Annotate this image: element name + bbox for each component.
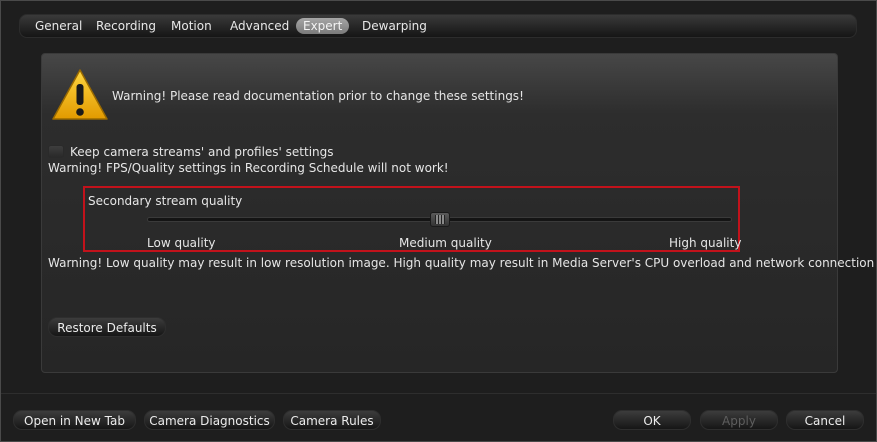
fps-quality-warning: Warning! FPS/Quality settings in Recordi… [48, 161, 449, 175]
tab-recording[interactable]: Recording [89, 18, 163, 34]
medium-quality-label: Medium quality [399, 236, 492, 250]
header-warning-text: Warning! Please read documentation prior… [112, 89, 524, 103]
high-quality-label: High quality [669, 236, 742, 250]
tab-motion[interactable]: Motion [164, 18, 219, 34]
camera-settings-dialog: General Recording Motion Advanced Expert… [0, 0, 877, 442]
tab-general[interactable]: General [28, 18, 89, 34]
open-in-new-tab-button[interactable]: Open in New Tab [13, 410, 136, 430]
apply-button[interactable]: Apply [700, 410, 778, 430]
camera-diagnostics-button[interactable]: Camera Diagnostics [144, 410, 275, 430]
quality-warning-text: Warning! Low quality may result in low r… [48, 256, 877, 270]
secondary-stream-quality-label: Secondary stream quality [88, 194, 243, 208]
footer-divider [1, 393, 876, 394]
slider-grip-icon [434, 215, 445, 224]
keep-settings-label: Keep camera streams' and profiles' setti… [70, 145, 334, 159]
quality-slider-handle[interactable] [429, 212, 450, 227]
tab-advanced[interactable]: Advanced [223, 18, 296, 34]
low-quality-label: Low quality [147, 236, 216, 250]
tab-expert[interactable]: Expert [296, 18, 350, 34]
camera-rules-button[interactable]: Camera Rules [283, 410, 381, 430]
restore-defaults-button[interactable]: Restore Defaults [48, 317, 166, 337]
cancel-button[interactable]: Cancel [786, 410, 864, 430]
ok-button[interactable]: OK [613, 410, 691, 430]
tab-dewarping[interactable]: Dewarping [355, 18, 434, 34]
warning-icon [52, 69, 108, 120]
keep-settings-checkbox[interactable] [48, 145, 64, 158]
